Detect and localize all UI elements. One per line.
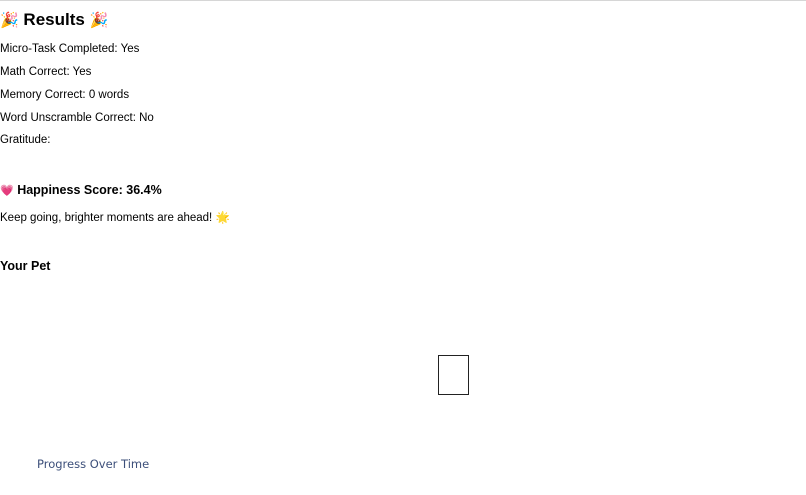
gratitude-result: Gratitude: xyxy=(0,134,51,146)
pet-heading: Your Pet xyxy=(0,259,51,273)
progress-over-time-link[interactable]: Progress Over Time xyxy=(37,457,149,472)
results-title: 🎉 Results 🎉 xyxy=(0,9,806,32)
math-result: Math Correct: Yes xyxy=(0,66,92,78)
unscramble-result: Word Unscramble Correct: No xyxy=(0,112,154,124)
party-popper-icon: 🎉 xyxy=(89,12,109,29)
encouragement-message: Keep going, brighter moments are ahead! … xyxy=(0,212,230,224)
happiness-score-text: Happiness Score: 36.4% xyxy=(17,183,162,197)
micro-task-result: Micro-Task Completed: Yes xyxy=(0,43,140,55)
results-page: 🎉 Results 🎉 Micro-Task Completed: Yes Ma… xyxy=(0,0,806,495)
happiness-score: 💗 Happiness Score: 36.4% xyxy=(0,182,806,199)
results-title-text: Results xyxy=(23,10,85,29)
pet-image xyxy=(438,355,469,395)
memory-result: Memory Correct: 0 words xyxy=(0,89,130,101)
heart-icon: 💗 xyxy=(0,185,14,197)
party-popper-icon: 🎉 xyxy=(0,12,19,29)
